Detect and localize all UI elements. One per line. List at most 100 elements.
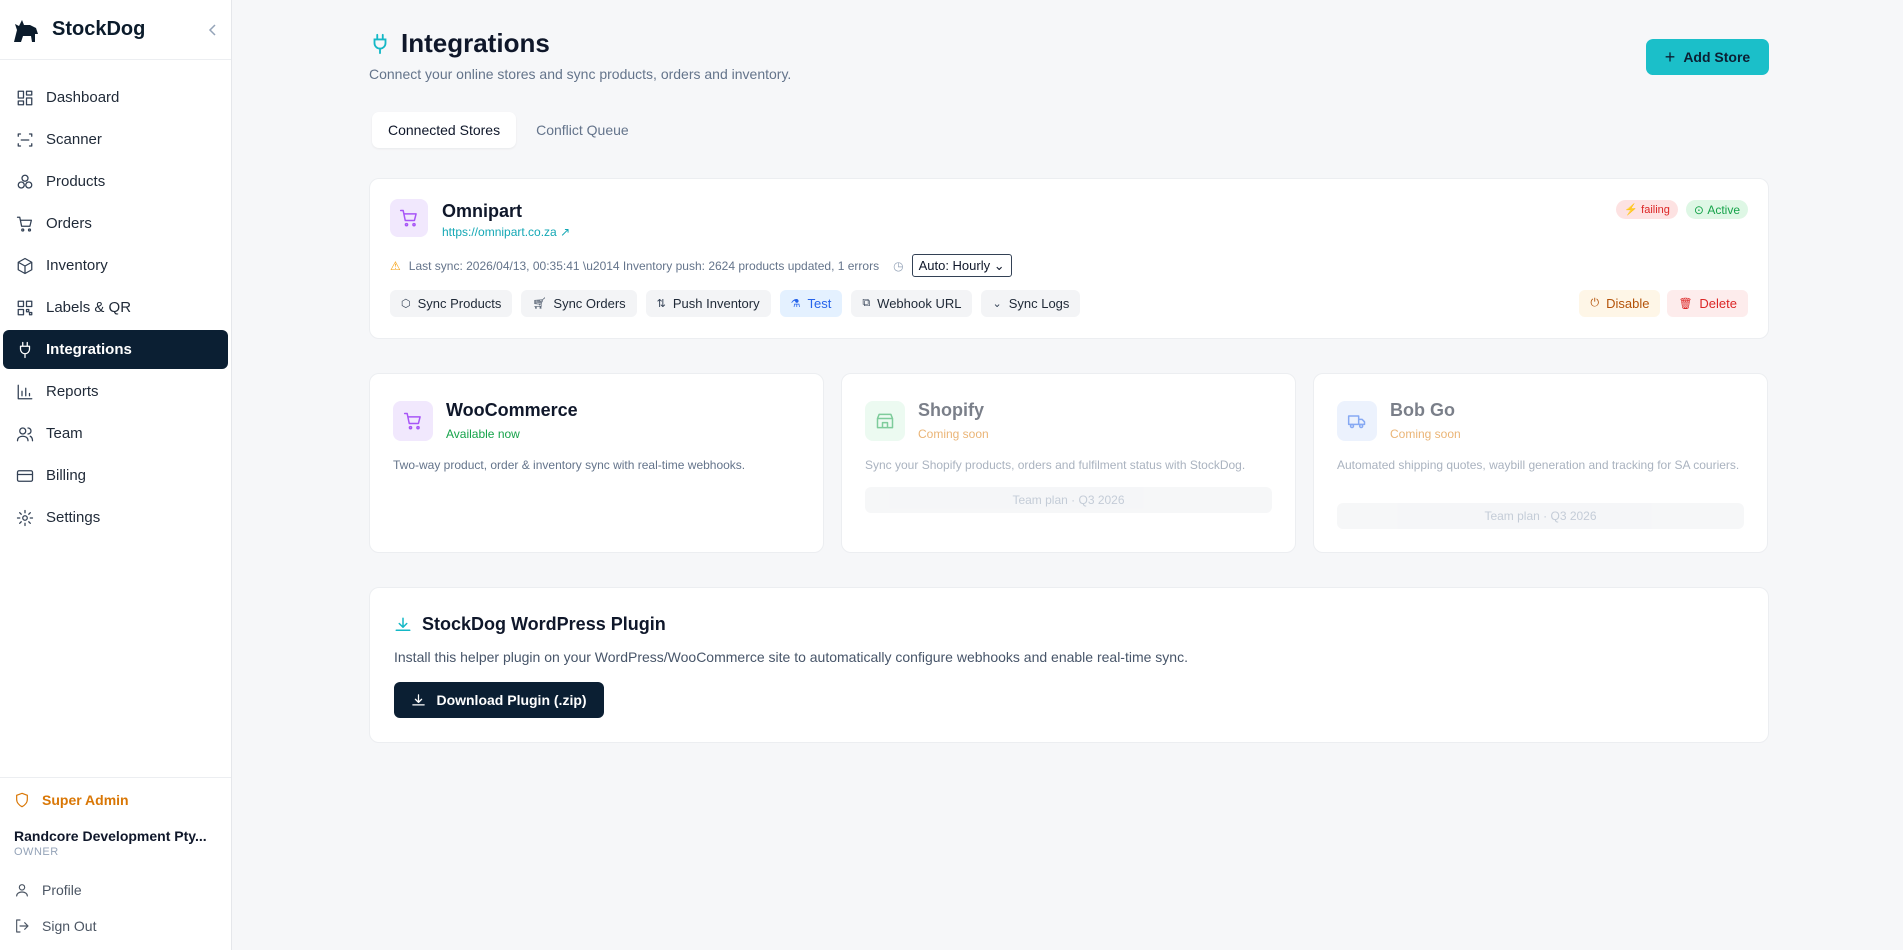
download-icon <box>412 693 426 705</box>
dashboard-icon <box>17 90 33 105</box>
brand: StockDog <box>0 0 231 60</box>
plus-icon: + <box>1664 46 1676 67</box>
sync-logs-label: Sync Logs <box>1008 296 1070 311</box>
plug-icon <box>19 341 31 358</box>
cart-icon <box>403 412 421 430</box>
sign-out-icon <box>16 919 29 933</box>
sync-orders-button[interactable]: 🛒︎ Sync Orders <box>521 290 637 317</box>
webhook-url-button[interactable]: ⧉ Webhook URL <box>851 290 973 317</box>
download-icon <box>395 617 411 631</box>
sidebar-item-inventory[interactable]: Inventory <box>3 246 228 285</box>
gear-icon <box>16 509 34 526</box>
plugin-description: Install this helper plugin on your WordP… <box>394 649 1188 665</box>
sync-schedule-select[interactable]: Auto: Hourly ⌄ <box>911 254 1012 277</box>
sidebar-item-label: Reports <box>46 383 99 400</box>
sidebar-item-label: Labels & QR <box>46 299 132 316</box>
sidebar-item-settings[interactable]: Settings <box>3 498 228 537</box>
credit-card-icon <box>16 469 34 482</box>
plug-icon <box>373 33 387 54</box>
bobgo-avatar <box>1337 401 1377 441</box>
test-button[interactable]: ⚗ Test <box>779 290 843 317</box>
plan-badge: Team plan · Q3 2026 <box>865 487 1272 513</box>
woocommerce-avatar <box>393 401 433 441</box>
sidebar-item-billing[interactable]: Billing <box>3 456 228 495</box>
last-sync-text: Last sync: 2026/04/13, 00:35:41 \u2014 I… <box>408 258 880 273</box>
trash-icon: 🗑︎ <box>1678 298 1693 310</box>
sync-logs-button[interactable]: ⌄ Sync Logs <box>981 290 1081 317</box>
active-label: Active <box>1707 202 1740 217</box>
sidebar-item-labels-qr[interactable]: Labels & QR <box>3 288 228 327</box>
integration-description: Two-way product, order & inventory sync … <box>393 458 746 472</box>
integration-name: WooCommerce <box>446 400 578 420</box>
download-plugin-label: Download Plugin (.zip) <box>436 692 587 708</box>
sidebar-item-integrations[interactable]: Integrations <box>3 330 228 369</box>
sidebar-item-reports[interactable]: Reports <box>3 372 228 411</box>
store-actions: ⬡ Sync Products 🛒︎ Sync Orders ⇅ Push Inven… <box>390 290 1089 317</box>
integration-card-woocommerce[interactable]: WooCommerce Available now Two-way produc… <box>369 373 824 553</box>
sidebar-item-label: Billing <box>46 467 87 484</box>
sidebar-item-label: Dashboard <box>46 89 120 106</box>
add-store-button[interactable]: + Add Store <box>1646 39 1769 75</box>
delete-button[interactable]: 🗑︎ Delete <box>1667 290 1748 317</box>
sidebar: StockDog Dashboard Scanner Products Orde… <box>0 0 232 950</box>
test-label: Test <box>807 296 832 311</box>
sidebar-item-products[interactable]: Products <box>3 162 228 201</box>
disable-button[interactable]: ⏻ Disable <box>1579 290 1661 317</box>
push-inventory-button[interactable]: ⇅ Push Inventory <box>645 290 771 317</box>
sync-status: ⚠ Last sync: 2026/04/13, 00:35:41 \u2014… <box>390 254 1012 277</box>
sign-out-link[interactable]: Sign Out <box>14 908 217 944</box>
integration-card-shopify: Shopify Coming soon Sync your Shopify pr… <box>841 373 1296 553</box>
delete-label: Delete <box>1699 296 1737 311</box>
check-circle-icon: ⊙ <box>1693 202 1708 217</box>
push-inventory-label: Push Inventory <box>672 296 760 311</box>
qr-icon <box>17 300 33 315</box>
tabs: Connected Stores Conflict Queue <box>372 112 649 148</box>
plan-badge: Team plan · Q3 2026 <box>1337 503 1744 529</box>
store-card: Omnipart https://omnipart.co.za ↗ ⚡ fail… <box>369 178 1769 339</box>
page-subtitle: Connect your online stores and sync prod… <box>369 66 792 82</box>
external-link-icon: ↗ <box>560 225 571 239</box>
disable-label: Disable <box>1606 296 1650 311</box>
profile-link[interactable]: Profile <box>14 872 217 908</box>
integration-status: Coming soon <box>918 427 989 441</box>
boxes-icon <box>17 174 33 189</box>
integration-card-bobgo: Bob Go Coming soon Automated shipping qu… <box>1313 373 1768 553</box>
super-admin-label: Super Admin <box>42 792 129 808</box>
plugin-title: StockDog WordPress Plugin <box>422 614 666 634</box>
profile-label: Profile <box>42 882 82 898</box>
sidebar-item-scanner[interactable]: Scanner <box>3 120 228 159</box>
store-name: Omnipart <box>442 201 523 221</box>
sidebar-item-label: Integrations <box>46 341 132 358</box>
store-url: https://omnipart.co.za <box>442 225 557 239</box>
sidebar-item-dashboard[interactable]: Dashboard <box>3 78 228 117</box>
plug-off-icon: ⚡ <box>1624 204 1642 216</box>
sidebar-item-label: Scanner <box>46 131 102 148</box>
test-tube-icon: ⚗ <box>790 298 801 310</box>
org-role: OWNER <box>14 846 59 858</box>
cart-icon <box>399 209 417 227</box>
sidebar-item-team[interactable]: Team <box>3 414 228 453</box>
integration-status: Available now <box>446 427 520 441</box>
tab-connected-stores[interactable]: Connected Stores <box>372 112 517 148</box>
sidebar-item-orders[interactable]: Orders <box>3 204 228 243</box>
super-admin-link[interactable]: Super Admin <box>14 792 217 808</box>
dog-logo-icon <box>14 19 38 42</box>
sync-products-button[interactable]: ⬡ Sync Products <box>390 290 513 317</box>
plugin-card: StockDog WordPress Plugin Install this h… <box>369 587 1769 743</box>
sidebar-item-label: Orders <box>46 215 92 232</box>
download-plugin-button[interactable]: Download Plugin (.zip) <box>394 682 604 718</box>
sidebar-item-label: Products <box>46 173 106 190</box>
clock-icon: ◷ <box>893 258 904 273</box>
store-url-link[interactable]: https://omnipart.co.za ↗ <box>442 225 570 239</box>
store-danger-actions: ⏻ Disable 🗑︎ Delete <box>1579 290 1748 317</box>
scan-icon <box>17 132 33 147</box>
org-name: Randcore Development Pty... <box>14 828 207 844</box>
tab-conflict-queue[interactable]: Conflict Queue <box>520 112 645 148</box>
plugin-header: StockDog WordPress Plugin <box>394 614 666 635</box>
page-header: Integrations <box>369 28 550 59</box>
truck-icon <box>1347 415 1366 429</box>
chevron-left-icon[interactable] <box>205 22 221 38</box>
copy-icon: ⧉ <box>862 297 871 309</box>
failing-label: failing <box>1641 203 1670 216</box>
user-icon <box>16 884 28 897</box>
